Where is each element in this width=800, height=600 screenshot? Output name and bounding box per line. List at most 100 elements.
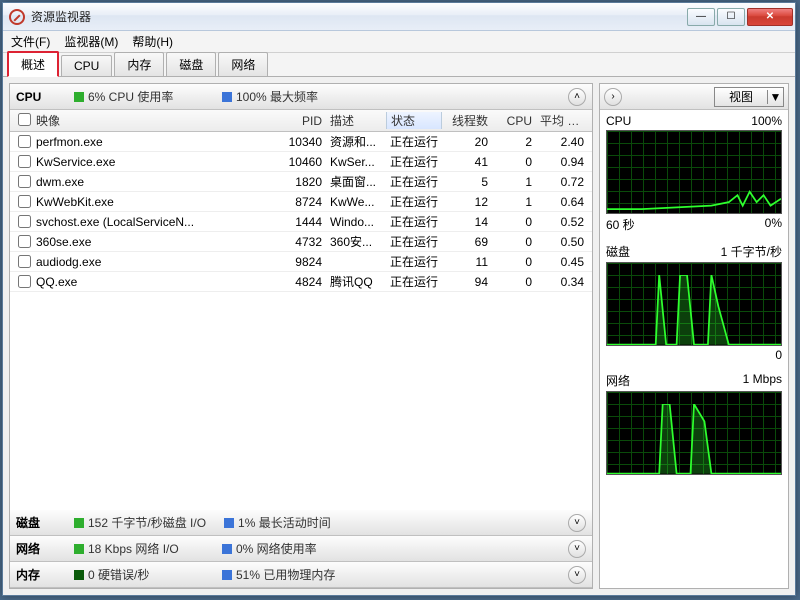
view-label: 视图 — [715, 88, 767, 105]
close-button[interactable]: ✕ — [747, 8, 793, 26]
cell-threads: 69 — [442, 235, 492, 249]
cell-desc: 360安... — [326, 233, 386, 250]
col-status[interactable]: 状态 — [386, 112, 442, 129]
cell-avg: 0.52 — [536, 215, 588, 229]
cpu-process-table: 映像 PID 描述 状态 线程数 CPU 平均 C... perfmon.exe… — [10, 110, 592, 510]
cell-status: 正在运行 — [386, 233, 442, 250]
cpu-usage-stat: 6% CPU 使用率 — [74, 88, 204, 105]
cell-cpu: 2 — [492, 135, 536, 149]
cell-avg: 0.64 — [536, 195, 588, 209]
table-row[interactable]: dwm.exe1820桌面窗...正在运行510.72 — [10, 172, 592, 192]
cpu-section-header[interactable]: CPU 6% CPU 使用率 100% 最大频率 ˄ — [10, 84, 592, 110]
graph-canvas — [606, 391, 782, 475]
expand-mem-button[interactable]: ˅ — [568, 566, 586, 584]
mem-section-name: 内存 — [16, 566, 56, 583]
tab-cpu[interactable]: CPU — [61, 55, 112, 76]
net-section-header[interactable]: 网络 18 Kbps 网络 I/O 0% 网络使用率 ˅ — [10, 536, 592, 562]
blue-square-icon — [224, 518, 234, 528]
cell-threads: 41 — [442, 155, 492, 169]
cell-threads: 14 — [442, 215, 492, 229]
graph-footer-left: 60 秒 — [606, 216, 635, 233]
mem-section-header[interactable]: 内存 0 硬错误/秒 51% 已用物理内存 ˅ — [10, 562, 592, 588]
window-title: 资源监视器 — [31, 8, 687, 25]
cell-status: 正在运行 — [386, 153, 442, 170]
row-checkbox[interactable] — [18, 275, 31, 288]
table-row[interactable]: svchost.exe (LocalServiceN...1444Windo..… — [10, 212, 592, 232]
row-checkbox[interactable] — [18, 235, 31, 248]
table-row[interactable]: 360se.exe4732360安...正在运行6900.50 — [10, 232, 592, 252]
minimize-button[interactable]: — — [687, 8, 715, 26]
collapse-cpu-button[interactable]: ˄ — [568, 88, 586, 106]
cell-desc: KwWe... — [326, 195, 386, 209]
col-desc[interactable]: 描述 — [326, 112, 386, 129]
row-checkbox[interactable] — [18, 175, 31, 188]
cell-status: 正在运行 — [386, 213, 442, 230]
cell-pid: 8724 — [276, 195, 326, 209]
collapse-graphs-button[interactable]: › — [604, 88, 622, 106]
cell-threads: 94 — [442, 275, 492, 289]
col-cpu[interactable]: CPU — [492, 114, 536, 128]
row-checkbox[interactable] — [18, 135, 31, 148]
graphs-container: CPU100%60 秒0%磁盘1 千字节/秒0网络1 Mbps — [600, 110, 788, 483]
cell-image: dwm.exe — [32, 175, 276, 189]
blue-square-icon — [222, 570, 232, 580]
table-row[interactable]: KwService.exe10460KwSer...正在运行4100.94 — [10, 152, 592, 172]
tab-overview[interactable]: 概述 — [7, 51, 59, 77]
cell-threads: 5 — [442, 175, 492, 189]
cell-desc: 资源和... — [326, 133, 386, 150]
green-square-icon — [74, 518, 84, 528]
table-row[interactable]: QQ.exe4824腾讯QQ正在运行9400.34 — [10, 272, 592, 292]
cell-pid: 1820 — [276, 175, 326, 189]
cell-cpu: 0 — [492, 255, 536, 269]
cell-cpu: 0 — [492, 215, 536, 229]
green-square-icon — [74, 544, 84, 554]
blue-square-icon — [222, 92, 232, 102]
cell-status: 正在运行 — [386, 133, 442, 150]
maximize-button[interactable]: ☐ — [717, 8, 745, 26]
expand-disk-button[interactable]: ˅ — [568, 514, 586, 532]
tab-disk[interactable]: 磁盘 — [166, 52, 216, 76]
table-rows: perfmon.exe10340资源和...正在运行2022.40KwServi… — [10, 132, 592, 292]
col-threads[interactable]: 线程数 — [442, 112, 492, 129]
row-checkbox[interactable] — [18, 195, 31, 208]
cell-cpu: 0 — [492, 235, 536, 249]
cell-cpu: 1 — [492, 175, 536, 189]
graph-block: 网络1 Mbps — [600, 368, 788, 483]
row-checkbox[interactable] — [18, 255, 31, 268]
graph-footer-right: 0 — [775, 348, 782, 362]
cpu-freq-stat: 100% 最大频率 — [222, 88, 352, 105]
cell-desc: 腾讯QQ — [326, 273, 386, 290]
disk-section-header[interactable]: 磁盘 152 千字节/秒磁盘 I/O 1% 最长活动时间 ˅ — [10, 510, 592, 536]
cell-threads: 11 — [442, 255, 492, 269]
col-checkbox[interactable] — [14, 113, 32, 129]
select-all-checkbox[interactable] — [18, 113, 31, 126]
row-checkbox[interactable] — [18, 155, 31, 168]
cpu-section-name: CPU — [16, 90, 56, 104]
titlebar[interactable]: 资源监视器 — ☐ ✕ — [3, 3, 795, 31]
expand-net-button[interactable]: ˅ — [568, 540, 586, 558]
tab-memory[interactable]: 内存 — [114, 52, 164, 76]
cell-avg: 0.72 — [536, 175, 588, 189]
col-avg[interactable]: 平均 C... — [536, 112, 588, 129]
view-selector[interactable]: 视图 ▼ — [714, 87, 784, 107]
col-pid[interactable]: PID — [276, 114, 326, 128]
dropdown-icon[interactable]: ▼ — [767, 90, 783, 104]
tab-network[interactable]: 网络 — [218, 52, 268, 76]
col-image[interactable]: 映像 — [32, 112, 276, 129]
net-util-stat: 0% 网络使用率 — [222, 540, 352, 557]
cell-cpu: 0 — [492, 275, 536, 289]
menu-help[interactable]: 帮助(H) — [132, 33, 173, 50]
table-row[interactable]: perfmon.exe10340资源和...正在运行2022.40 — [10, 132, 592, 152]
row-checkbox[interactable] — [18, 215, 31, 228]
menu-monitor[interactable]: 监视器(M) — [64, 33, 118, 50]
cell-image: QQ.exe — [32, 275, 276, 289]
menu-file[interactable]: 文件(F) — [11, 33, 50, 50]
cell-desc: 桌面窗... — [326, 173, 386, 190]
table-row[interactable]: KwWebKit.exe8724KwWe...正在运行1210.64 — [10, 192, 592, 212]
cell-status: 正在运行 — [386, 173, 442, 190]
net-section-name: 网络 — [16, 540, 56, 557]
cell-threads: 20 — [442, 135, 492, 149]
cell-desc: Windo... — [326, 215, 386, 229]
table-header: 映像 PID 描述 状态 线程数 CPU 平均 C... — [10, 110, 592, 132]
table-row[interactable]: audiodg.exe9824正在运行1100.45 — [10, 252, 592, 272]
